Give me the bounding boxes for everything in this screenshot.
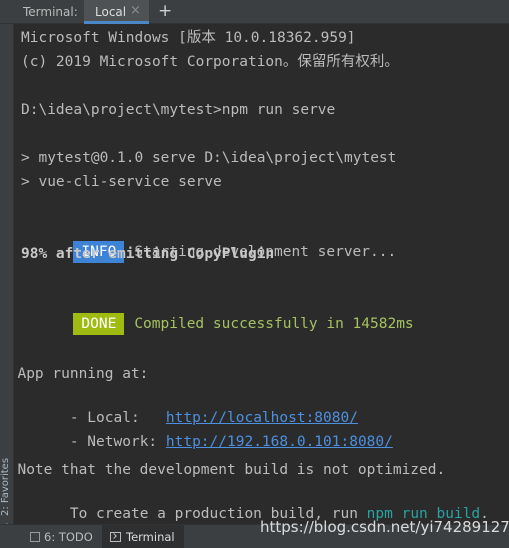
watermark-text: https://blog.csdn.net/yi742891270 [260, 518, 509, 536]
todo-icon [30, 532, 40, 542]
todo-tool-button[interactable]: 6: TODO [30, 530, 93, 544]
terminal-line: App running at: [0, 366, 149, 382]
tab-local-label: Local [95, 5, 127, 19]
todo-label: 6: TODO [44, 530, 93, 544]
success-message: Compiled successfully in 14582ms [134, 316, 414, 332]
terminal-tool-button[interactable]: Terminal [102, 525, 184, 548]
terminal-line-network: - Network: http://192.168.0.101:8080/ [0, 412, 393, 450]
terminal-line: D:\idea\project\mytest>npm run serve [21, 102, 336, 118]
terminal-line: Note that the development build is not o… [0, 462, 446, 478]
tab-local[interactable]: Local × [84, 0, 149, 24]
terminal-line-done: DONE Compiled successfully in 14582ms [21, 291, 414, 335]
terminal-line-local: - Local: http://localhost:8080/ [0, 388, 358, 426]
close-icon[interactable]: × [130, 3, 141, 19]
terminal-line-build-hint: To create a production build, run npm ru… [0, 484, 489, 522]
terminal-line: (c) 2019 Microsoft Corporation。保留所有权利。 [21, 54, 399, 70]
terminal-tool-label: Terminal [126, 530, 175, 544]
terminal-line-info: INFO Starting development server... [21, 219, 396, 263]
add-tab-icon[interactable]: + [158, 1, 172, 21]
done-badge: DONE [73, 313, 125, 335]
network-url-link[interactable]: http://192.168.0.101:8080/ [166, 434, 393, 450]
terminal-line: Microsoft Windows [版本 10.0.18362.959] [21, 30, 356, 46]
network-label: - Network: [52, 434, 166, 450]
terminal-icon [110, 532, 121, 542]
terminal-tab-bar: Terminal: Local × + [0, 0, 509, 24]
terminal-line: > vue-cli-service serve [21, 174, 222, 190]
terminal-line: > mytest@0.1.0 serve D:\idea\project\myt… [21, 150, 397, 166]
terminal-title: Terminal: [23, 5, 78, 19]
ide-terminal-window: Terminal: Local × + 2: Favorites ★ Micro… [0, 0, 509, 548]
terminal-output[interactable]: Microsoft Windows [版本 10.0.18362.959] (c… [17, 26, 509, 522]
terminal-line: 98% after emitting CopyPlugin [21, 246, 275, 262]
